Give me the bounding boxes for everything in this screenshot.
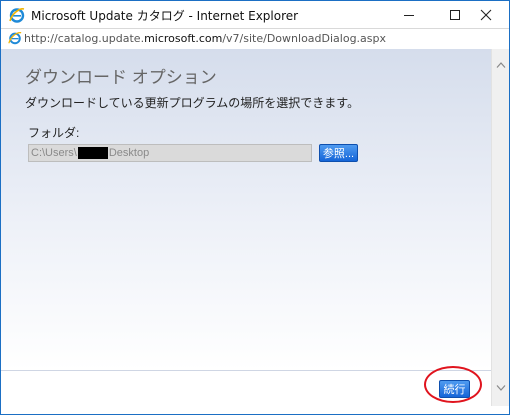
page-ie-icon (8, 32, 22, 45)
address-bar[interactable]: http://catalog.update.microsoft.com/v7/s… (1, 28, 509, 50)
folder-path-end: Desktop (108, 147, 150, 159)
close-icon (480, 9, 492, 20)
minimize-button[interactable] (386, 1, 432, 28)
window-title: Microsoft Update カタログ - Internet Explore… (31, 9, 299, 23)
redacted-username (77, 147, 108, 160)
close-button[interactable] (463, 1, 509, 28)
maximize-icon (450, 9, 460, 20)
browse-button[interactable]: 参照... (319, 144, 358, 162)
scroll-up-icon[interactable] (496, 61, 506, 69)
vertical-scrollbar[interactable] (491, 49, 509, 406)
folder-path-field[interactable]: C:\Users\ Desktop (28, 144, 312, 162)
description-text: ダウンロードしている更新プログラムの場所を選択できます。 (25, 96, 360, 110)
folder-path-start: C:\Users\ (31, 147, 77, 159)
scroll-down-icon[interactable] (496, 384, 506, 392)
address-url[interactable]: http://catalog.update.microsoft.com/v7/s… (24, 32, 386, 45)
url-prefix: http://catalog.update. (24, 32, 145, 45)
ie-window: Microsoft Update カタログ - Internet Explore… (0, 0, 510, 415)
url-domain: microsoft.com (144, 32, 223, 45)
url-suffix: /v7/site/DownloadDialog.aspx (222, 32, 387, 45)
dialog-content: ダウンロード オプション ダウンロードしている更新プログラムの場所を選択できます… (1, 49, 491, 370)
title-bar[interactable]: Microsoft Update カタログ - Internet Explore… (1, 1, 509, 28)
internet-explorer-icon (9, 8, 25, 23)
minimize-icon (404, 14, 414, 16)
status-bar (1, 406, 509, 414)
folder-label: フォルダ: (28, 126, 80, 140)
page-title: ダウンロード オプション (25, 68, 217, 87)
dialog-footer: 続行 (1, 370, 491, 407)
red-highlight-ellipse (424, 366, 482, 403)
